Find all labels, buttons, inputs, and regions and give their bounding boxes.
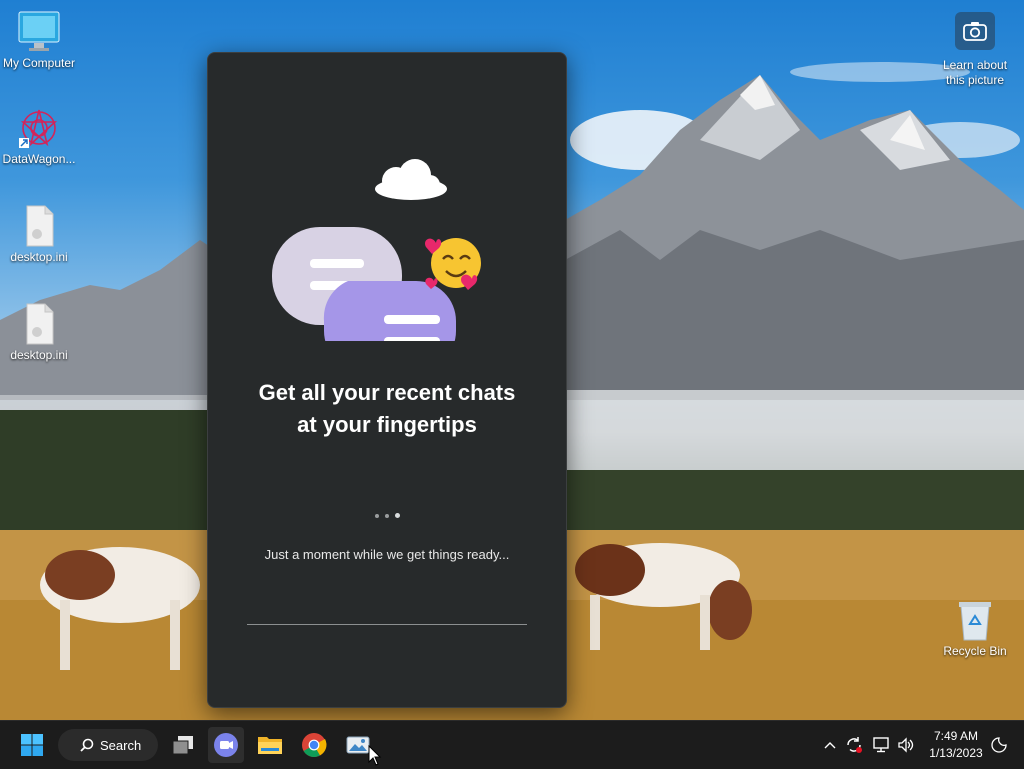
desktop-icon-label: desktop.ini — [10, 250, 68, 264]
start-button[interactable] — [14, 727, 50, 763]
teams-chat-button[interactable] — [208, 727, 244, 763]
smiling-face-with-hearts-icon — [425, 238, 481, 290]
network-icon — [873, 737, 889, 753]
notification-icon — [991, 737, 1007, 753]
loading-indicator — [208, 505, 566, 523]
mouse-cursor-icon — [368, 745, 382, 766]
chat-title-line: Get all your recent chats — [258, 380, 516, 405]
file-icon — [17, 302, 61, 346]
desktop-icon-label: My Computer — [2, 56, 76, 70]
clock-time: 7:49 AM — [933, 729, 979, 743]
chat-splash-window[interactable]: Get all your recent chats at your finger… — [207, 52, 567, 708]
chevron-up-icon — [824, 742, 836, 749]
taskbar: Search 7:49 AM 1/13/2023 — [0, 720, 1024, 769]
photos-icon — [346, 736, 370, 754]
desktop-icon-label: DataWagon... — [2, 152, 76, 166]
loading-dot — [374, 514, 379, 518]
sync-icon — [847, 737, 862, 753]
volume-icon — [898, 737, 914, 753]
taskbar-search[interactable]: Search — [58, 729, 158, 761]
chat-title: Get all your recent chats at your finger… — [208, 377, 566, 441]
chrome-button[interactable] — [296, 727, 332, 763]
desktop-icon-recycle-bin[interactable]: Recycle Bin — [936, 598, 1014, 658]
datawagon-icon — [17, 106, 61, 150]
taskbar-clock[interactable]: 7:49 AM 1/13/2023 — [920, 728, 992, 762]
notification-button[interactable] — [988, 721, 1010, 769]
cloud-icon — [375, 159, 447, 200]
task-view-button[interactable] — [165, 727, 201, 763]
monitor-icon — [17, 10, 61, 54]
desktop-icon-desktop-ini-2[interactable]: desktop.ini — [0, 302, 78, 362]
loading-dot — [384, 514, 389, 518]
camera-icon — [955, 12, 995, 50]
clock-date: 1/13/2023 — [929, 746, 983, 760]
desktop-icon-label: desktop.ini — [10, 348, 68, 362]
desktop-icon-label: Recycle Bin — [943, 644, 1007, 658]
file-explorer-icon — [258, 737, 282, 754]
file-icon — [17, 204, 61, 248]
desktop-icon-desktop-ini-1[interactable]: desktop.ini — [0, 204, 78, 264]
search-label: Search — [100, 737, 142, 753]
volume-button[interactable] — [895, 721, 917, 769]
learn-about-picture[interactable]: Learn about this picture — [932, 12, 1018, 88]
chat-bubble-icon — [323, 281, 468, 378]
network-button[interactable] — [870, 721, 892, 769]
teams-chat-icon — [214, 733, 238, 757]
desktop-icon-my-computer[interactable]: My Computer — [0, 10, 78, 70]
chrome-icon — [302, 733, 327, 758]
desktop-icon-datawagon[interactable]: DataWagon... — [0, 106, 78, 166]
start-icon — [21, 734, 43, 756]
task-view-icon — [172, 736, 193, 755]
chat-status-text: Just a moment while we get things ready.… — [264, 547, 510, 562]
recycle-bin-icon — [953, 598, 997, 642]
search-icon — [80, 738, 94, 752]
progress-line — [247, 624, 527, 625]
sync-status-button[interactable] — [843, 721, 865, 769]
chat-illustration — [268, 111, 498, 378]
chat-title-line: at your fingertips — [297, 412, 477, 437]
loading-dot — [394, 513, 400, 518]
file-explorer-button[interactable] — [252, 727, 288, 763]
learn-about-picture-label: Learn about this picture — [942, 58, 1008, 87]
show-hidden-icons-button[interactable] — [820, 721, 840, 769]
